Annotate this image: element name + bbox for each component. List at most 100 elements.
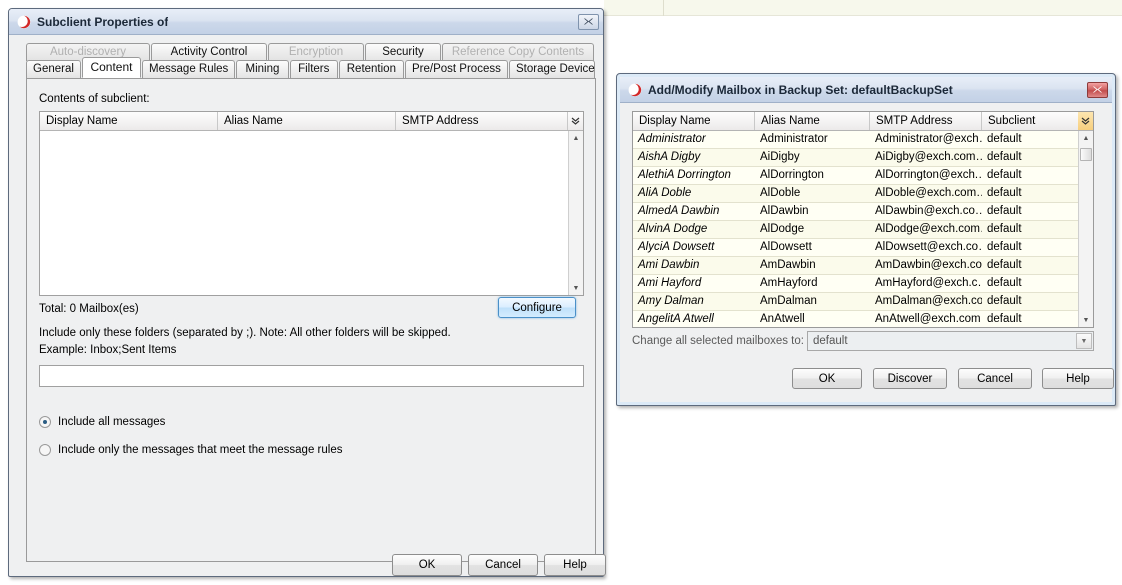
column-header-display-name[interactable]: Display Name bbox=[633, 112, 755, 130]
cell-subclient: default bbox=[982, 293, 1078, 310]
cell-alias-name: AlDoble bbox=[755, 185, 870, 202]
column-header-subclient[interactable]: Subclient bbox=[982, 112, 1078, 130]
cell-alias-name: AmDawbin bbox=[755, 257, 870, 274]
cell-alias-name: AiDigby bbox=[755, 149, 870, 166]
table-row[interactable]: AngelitA AtwellAnAtwellAnAtwell@exch.com… bbox=[633, 311, 1078, 327]
close-icon[interactable] bbox=[1087, 82, 1108, 98]
radio-include-all-messages[interactable]: Include all messages bbox=[39, 416, 165, 428]
table-row[interactable]: Ami HayfordAmHayfordAmHayford@exch.c…def… bbox=[633, 275, 1078, 293]
table-row[interactable]: AlethiA DorringtonAlDorringtonAlDorringt… bbox=[633, 167, 1078, 185]
cell-smtp-address: AlDorrington@exch.… bbox=[870, 167, 982, 184]
radio-include-matching-messages[interactable]: Include only the messages that meet the … bbox=[39, 444, 342, 456]
cell-subclient: default bbox=[982, 275, 1078, 292]
tab-mining[interactable]: Mining bbox=[236, 60, 288, 78]
mailbox-table[interactable]: Display Name Alias Name SMTP Address Sub… bbox=[632, 111, 1094, 328]
contents-table[interactable]: Display Name Alias Name SMTP Address ▲ ▼ bbox=[39, 111, 584, 296]
column-header-smtp-address[interactable]: SMTP Address bbox=[870, 112, 982, 130]
cell-smtp-address: Administrator@exch… bbox=[870, 131, 982, 148]
cell-display-name: AliA Doble bbox=[633, 185, 755, 202]
content-tab-panel: Contents of subclient: Display Name Alia… bbox=[26, 78, 596, 562]
table-row[interactable]: AishA DigbyAiDigbyAiDigby@exch.com…defau… bbox=[633, 149, 1078, 167]
tab-storage-device[interactable]: Storage Device bbox=[509, 60, 595, 78]
contents-vertical-scrollbar[interactable]: ▲ ▼ bbox=[568, 131, 583, 295]
cell-smtp-address: AlDoble@exch.com… bbox=[870, 185, 982, 202]
change-all-dropdown[interactable]: default ▼ bbox=[807, 331, 1094, 351]
mailbox-vertical-scrollbar[interactable]: ▲ ▼ bbox=[1078, 131, 1093, 327]
contents-table-header: Display Name Alias Name SMTP Address bbox=[40, 112, 583, 131]
contents-of-subclient-label: Contents of subclient: bbox=[39, 93, 150, 105]
table-row[interactable]: AliA DobleAlDobleAlDoble@exch.com…defaul… bbox=[633, 185, 1078, 203]
column-chooser-icon[interactable] bbox=[1078, 112, 1093, 130]
tab-retention[interactable]: Retention bbox=[339, 60, 404, 78]
cell-smtp-address: AmHayford@exch.c… bbox=[870, 275, 982, 292]
mailbox-window-inner: Add/Modify Mailbox in Backup Set: defaul… bbox=[620, 77, 1112, 402]
table-row[interactable]: AlvinA DodgeAlDodgeAlDodge@exch.com…defa… bbox=[633, 221, 1078, 239]
column-chooser-icon[interactable] bbox=[568, 112, 583, 130]
close-icon[interactable] bbox=[578, 14, 599, 30]
cell-smtp-address: AmDawbin@exch.co… bbox=[870, 257, 982, 274]
scroll-down-icon[interactable]: ▼ bbox=[1079, 313, 1093, 327]
help-button[interactable]: Help bbox=[1042, 368, 1114, 389]
tab-encryption[interactable]: Encryption bbox=[268, 43, 364, 61]
cell-smtp-address: AiDigby@exch.com… bbox=[870, 149, 982, 166]
cell-alias-name: AnAtwell bbox=[755, 311, 870, 327]
tab-message-rules[interactable]: Message Rules bbox=[142, 60, 235, 78]
scroll-thumb[interactable] bbox=[1080, 148, 1092, 161]
subclient-tabstrip: Auto-discovery Activity Control Encrypti… bbox=[26, 43, 596, 79]
subclient-properties-window[interactable]: Subclient Properties of Auto-discovery A… bbox=[8, 8, 604, 577]
cancel-button[interactable]: Cancel bbox=[468, 554, 538, 576]
table-row[interactable]: Ami DawbinAmDawbinAmDawbin@exch.co…defau… bbox=[633, 257, 1078, 275]
cell-display-name: Amy Dalman bbox=[633, 293, 755, 310]
cell-display-name: Administrator bbox=[633, 131, 755, 148]
table-row[interactable]: AdministratorAdministratorAdministrator@… bbox=[633, 131, 1078, 149]
tab-general[interactable]: General bbox=[26, 60, 81, 78]
contents-table-body[interactable] bbox=[40, 131, 568, 295]
cell-display-name: AlyciA Dowsett bbox=[633, 239, 755, 256]
cell-subclient: default bbox=[982, 239, 1078, 256]
table-row[interactable]: AlyciA DowsettAlDowsettAlDowsett@exch.co… bbox=[633, 239, 1078, 257]
change-all-label: Change all selected mailboxes to: bbox=[632, 335, 804, 347]
subclient-titlebar: Subclient Properties of bbox=[9, 9, 603, 35]
commvault-logo-icon bbox=[628, 83, 642, 97]
discover-button[interactable]: Discover bbox=[873, 368, 947, 389]
configure-button[interactable]: Configure bbox=[498, 297, 576, 318]
scroll-up-icon[interactable]: ▲ bbox=[569, 131, 583, 145]
help-button[interactable]: Help bbox=[544, 554, 606, 576]
radio-label-include-all: Include all messages bbox=[58, 416, 165, 428]
mailbox-title-text: Add/Modify Mailbox in Backup Set: defaul… bbox=[648, 83, 953, 97]
ok-button[interactable]: OK bbox=[792, 368, 862, 389]
tab-security[interactable]: Security bbox=[365, 43, 441, 61]
radio-indicator-include-all[interactable] bbox=[39, 416, 51, 428]
tab-activity-control[interactable]: Activity Control bbox=[151, 43, 267, 61]
folders-input[interactable] bbox=[39, 365, 584, 387]
close-glyph bbox=[1092, 85, 1103, 94]
cell-subclient: default bbox=[982, 221, 1078, 238]
chevron-down-icon[interactable]: ▼ bbox=[1076, 333, 1092, 349]
cell-alias-name: AlDowsett bbox=[755, 239, 870, 256]
table-row[interactable]: AlmedA DawbinAlDawbinAlDawbin@exch.co…de… bbox=[633, 203, 1078, 221]
tab-content[interactable]: Content bbox=[82, 57, 141, 78]
column-header-smtp-address[interactable]: SMTP Address bbox=[396, 112, 568, 130]
cancel-button[interactable]: Cancel bbox=[958, 368, 1032, 389]
commvault-logo-icon bbox=[17, 15, 31, 29]
tab-filters[interactable]: Filters bbox=[290, 60, 338, 78]
close-glyph bbox=[583, 17, 594, 26]
mailbox-table-body[interactable]: AdministratorAdministratorAdministrator@… bbox=[633, 131, 1078, 327]
column-header-display-name[interactable]: Display Name bbox=[40, 112, 218, 130]
subclient-title-text: Subclient Properties of bbox=[37, 15, 168, 29]
ok-button[interactable]: OK bbox=[392, 554, 462, 576]
radio-indicator-include-matching[interactable] bbox=[39, 444, 51, 456]
scroll-down-icon[interactable]: ▼ bbox=[569, 281, 583, 295]
table-row[interactable]: Amy DalmanAmDalmanAmDalman@exch.co…defau… bbox=[633, 293, 1078, 311]
cell-subclient: default bbox=[982, 131, 1078, 148]
cell-alias-name: AlDorrington bbox=[755, 167, 870, 184]
column-header-alias-name[interactable]: Alias Name bbox=[218, 112, 396, 130]
scroll-up-icon[interactable]: ▲ bbox=[1079, 131, 1093, 145]
tab-pre-post-process[interactable]: Pre/Post Process bbox=[405, 60, 508, 78]
radio-label-include-matching: Include only the messages that meet the … bbox=[58, 444, 342, 456]
column-header-alias-name[interactable]: Alias Name bbox=[755, 112, 870, 130]
add-modify-mailbox-window[interactable]: Add/Modify Mailbox in Backup Set: defaul… bbox=[616, 73, 1116, 406]
tab-reference-copy-contents[interactable]: Reference Copy Contents bbox=[442, 43, 594, 61]
cell-display-name: Ami Dawbin bbox=[633, 257, 755, 274]
cell-display-name: AishA Digby bbox=[633, 149, 755, 166]
